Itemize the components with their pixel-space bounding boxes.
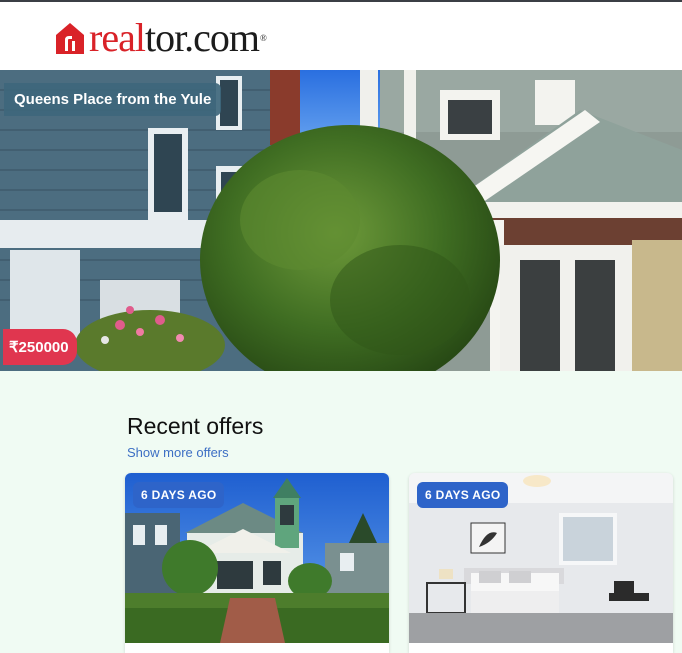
hero-price-badge: ₹250000 [3,329,77,365]
offer-card[interactable]: 6 DAYS AGO [409,473,673,653]
house-logo-icon [56,23,84,54]
realtor-logo[interactable]: realtor.com® [55,18,267,58]
site-header: realtor.com® [0,2,682,70]
logo-text-tor: tor.com [144,15,260,60]
time-badge: 6 DAYS AGO [133,482,225,508]
section-title: Recent offers [127,413,264,439]
offer-card[interactable]: 6 DAYS AGO [125,473,389,653]
logo-text-real: real [89,15,146,60]
hero-title[interactable]: Queens Place from the Yule [4,83,222,116]
show-more-link[interactable]: Show more offers [127,445,229,460]
logo-wordmark: realtor.com® [89,18,267,58]
logo-registered: ® [260,33,267,43]
hero-banner[interactable]: Queens Place from the Yule ₹250000 [0,70,682,371]
time-badge: 6 DAYS AGO [417,482,509,508]
